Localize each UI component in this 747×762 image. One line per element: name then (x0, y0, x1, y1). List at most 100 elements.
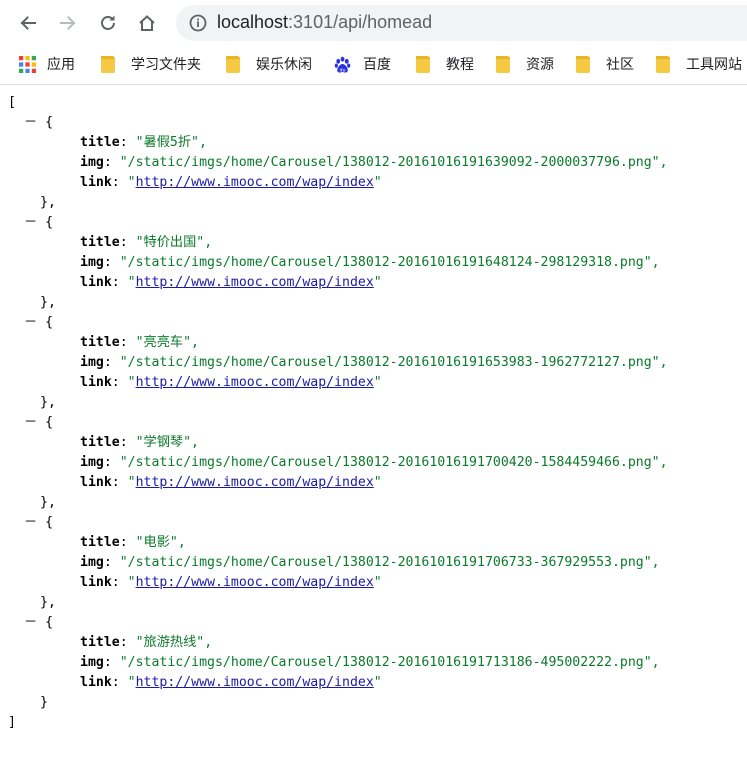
bookmark-label: 娱乐休闲 (256, 56, 312, 72)
key-link: link (80, 675, 112, 690)
key-img: img (80, 355, 104, 370)
bookmark-apps[interactable]: 应用 (19, 46, 75, 82)
bookmark-resources-folder[interactable]: 资源 (496, 46, 554, 82)
title-row: title: "特价出国", (80, 235, 213, 250)
folder-icon (416, 55, 430, 73)
link-value[interactable]: http://www.imooc.com/wap/index (136, 675, 374, 690)
bookmark-study-folder[interactable]: 学习文件夹 (101, 46, 201, 82)
img-row: img: "/static/imgs/home/Carousel/138012-… (80, 155, 668, 170)
close-object: }, (40, 495, 56, 510)
link-row: link: "http://www.imooc.com/wap/index" (80, 475, 382, 490)
bookmark-label: 资源 (526, 56, 554, 72)
folder-icon (496, 55, 510, 73)
folder-icon (576, 55, 590, 73)
url-path: :3101/api/homead (288, 12, 433, 32)
key-img: img (80, 555, 104, 570)
open-bracket: [ (8, 95, 16, 110)
address-bar[interactable]: localhost:3101/api/homead (176, 5, 747, 41)
link-row: link: "http://www.imooc.com/wap/index" (80, 375, 382, 390)
json-viewer: [ － { title: "暑假5折", img: "/static/imgs/… (0, 85, 747, 762)
bookmark-entertainment-folder[interactable]: 娱乐休闲 (226, 46, 312, 82)
collapse-toggle[interactable]: － { (24, 313, 53, 333)
home-button[interactable] (131, 7, 163, 39)
title-row: title: "学钢琴", (80, 435, 199, 450)
url-host: localhost (217, 12, 289, 32)
reload-icon (101, 15, 115, 30)
title-value: "暑假5折", (135, 135, 207, 150)
img-value: "/static/imgs/home/Carousel/138012-20161… (119, 655, 660, 670)
key-title: title (80, 235, 120, 250)
back-arrow-icon (20, 16, 36, 30)
bookmark-label: 工具网站 (686, 56, 742, 72)
reload-button[interactable] (92, 7, 124, 39)
title-row: title: "旅游热线", (80, 635, 213, 650)
title-value: "特价出国", (135, 235, 213, 250)
bookmark-label: 百度 (363, 56, 391, 72)
key-title: title (80, 135, 120, 150)
img-value: "/static/imgs/home/Carousel/138012-20161… (119, 255, 660, 270)
link-row: link: "http://www.imooc.com/wap/index" (80, 675, 382, 690)
close-object: }, (40, 195, 56, 210)
title-row: title: "亮亮车", (80, 335, 199, 350)
bookmark-label: 应用 (47, 56, 75, 72)
bookmark-tools-folder[interactable]: 工具网站 (656, 46, 742, 82)
img-row: img: "/static/imgs/home/Carousel/138012-… (80, 555, 660, 570)
bookmark-community-folder[interactable]: 社区 (576, 46, 634, 82)
key-title: title (80, 635, 120, 650)
baidu-paw-icon: du (334, 56, 351, 73)
bookmark-tutorial-folder[interactable]: 教程 (416, 46, 474, 82)
title-value: "亮亮车", (135, 335, 199, 350)
key-img: img (80, 155, 104, 170)
link-value[interactable]: http://www.imooc.com/wap/index (136, 175, 374, 190)
img-value: "/static/imgs/home/Carousel/138012-20161… (119, 555, 660, 570)
img-row: img: "/static/imgs/home/Carousel/138012-… (80, 355, 668, 370)
close-bracket: ] (8, 715, 16, 730)
collapse-toggle[interactable]: － { (24, 213, 53, 233)
key-link: link (80, 375, 112, 390)
link-value[interactable]: http://www.imooc.com/wap/index (136, 575, 374, 590)
collapse-toggle[interactable]: － { (24, 513, 53, 533)
key-title: title (80, 535, 120, 550)
img-value: "/static/imgs/home/Carousel/138012-20161… (119, 155, 668, 170)
key-link: link (80, 275, 112, 290)
folder-icon (656, 55, 670, 73)
key-title: title (80, 335, 120, 350)
img-row: img: "/static/imgs/home/Carousel/138012-… (80, 255, 660, 270)
back-button[interactable] (12, 7, 44, 39)
img-value: "/static/imgs/home/Carousel/138012-20161… (119, 455, 668, 470)
close-object: } (40, 695, 48, 710)
collapse-toggle[interactable]: － { (24, 413, 53, 433)
key-img: img (80, 455, 104, 470)
collapse-toggle[interactable]: － { (24, 613, 53, 633)
close-object: }, (40, 595, 56, 610)
key-link: link (80, 575, 112, 590)
svg-text:du: du (339, 67, 345, 73)
link-row: link: "http://www.imooc.com/wap/index" (80, 275, 382, 290)
forward-arrow-icon (60, 16, 76, 30)
key-link: link (80, 475, 112, 490)
browser-toolbar: localhost:3101/api/homead (0, 0, 747, 46)
title-value: "学钢琴", (135, 435, 199, 450)
link-value[interactable]: http://www.imooc.com/wap/index (136, 375, 374, 390)
bookmark-baidu[interactable]: du 百度 (334, 46, 391, 82)
img-value: "/static/imgs/home/Carousel/138012-20161… (119, 355, 668, 370)
title-value: "电影", (135, 535, 186, 550)
folder-icon (226, 55, 240, 73)
info-icon[interactable] (188, 13, 208, 33)
img-row: img: "/static/imgs/home/Carousel/138012-… (80, 455, 668, 470)
forward-button[interactable] (52, 7, 84, 39)
link-row: link: "http://www.imooc.com/wap/index" (80, 175, 382, 190)
bookmarks-bar: 应用 学习文件夹 娱乐休闲 du 百度 教程 资源 社区 工具网站 (0, 46, 747, 85)
url-text[interactable]: localhost:3101/api/homead (217, 12, 432, 33)
link-value[interactable]: http://www.imooc.com/wap/index (136, 275, 374, 290)
link-row: link: "http://www.imooc.com/wap/index" (80, 575, 382, 590)
bookmark-label: 教程 (446, 56, 474, 72)
close-object: }, (40, 295, 56, 310)
bookmark-label: 学习文件夹 (131, 56, 201, 72)
apps-grid-icon (19, 55, 36, 73)
link-value[interactable]: http://www.imooc.com/wap/index (136, 475, 374, 490)
key-img: img (80, 255, 104, 270)
collapse-toggle[interactable]: － { (24, 113, 53, 133)
home-icon (139, 15, 155, 31)
title-row: title: "电影", (80, 535, 186, 550)
